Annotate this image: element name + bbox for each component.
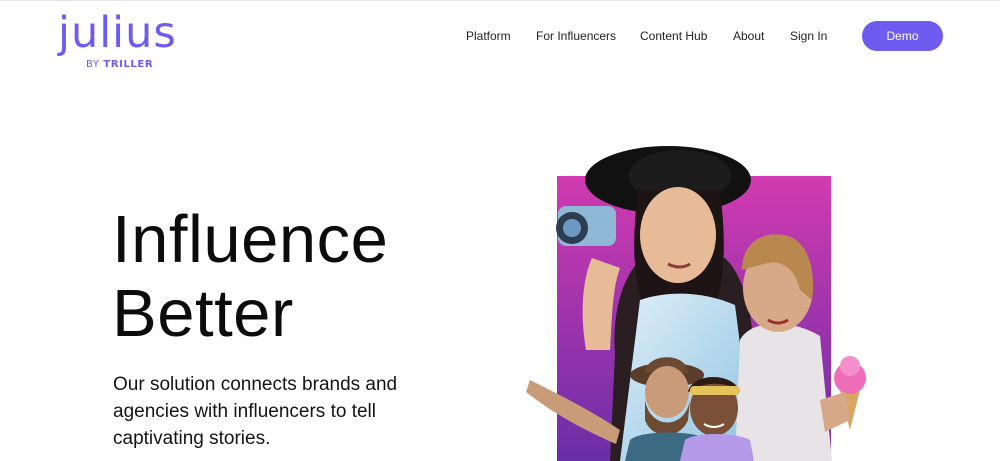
top-divider (0, 0, 1000, 1)
julius-logo[interactable]: julius BY TRILLER (58, 12, 188, 74)
nav-platform[interactable]: Platform (466, 29, 511, 43)
logo-byline-prefix: BY (86, 59, 100, 70)
demo-button[interactable]: Demo (862, 21, 943, 51)
nav-about[interactable]: About (733, 29, 764, 43)
hero-title: Influence Better (112, 203, 388, 351)
nav-sign-in[interactable]: Sign In (790, 29, 827, 43)
camera-icon (556, 206, 616, 246)
woman-with-ice-cream-figure (735, 234, 866, 461)
hero-illustration (526, 146, 866, 461)
nav-content-hub[interactable]: Content Hub (640, 29, 707, 43)
logo-byline: BY TRILLER (86, 60, 153, 70)
nav-for-influencers[interactable]: For Influencers (536, 29, 616, 43)
logo-byline-brand: TRILLER (103, 59, 154, 70)
hero-subtitle: Our solution connects brands and agencie… (113, 374, 398, 449)
hero-title-line-2: Better (112, 276, 294, 351)
hero-title-line-1: Influence (112, 202, 389, 277)
logo-wordmark: julius (58, 8, 177, 58)
